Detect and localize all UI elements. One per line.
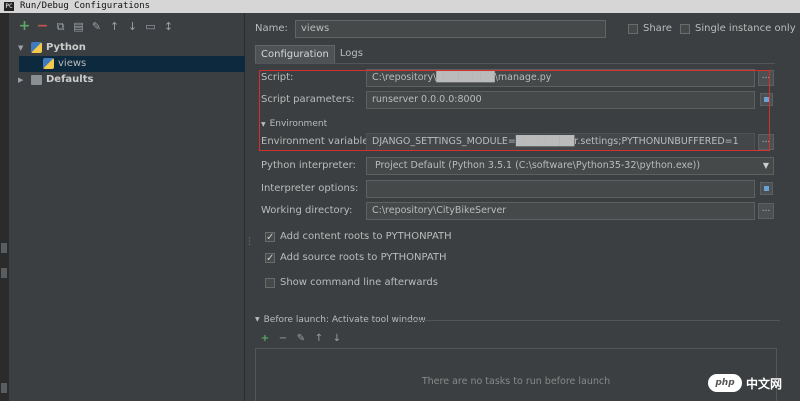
show-cmdline-box[interactable] xyxy=(265,278,275,288)
edge-marker xyxy=(1,243,7,253)
expand-arrow-icon[interactable]: ▼ xyxy=(18,40,23,56)
php-logo: php xyxy=(708,374,742,392)
collapse-arrow-icon[interactable]: ▶ xyxy=(18,72,23,88)
section-divider xyxy=(405,320,780,321)
interp-options-input[interactable] xyxy=(366,180,755,198)
window-titlebar: PC Run/Debug Configurations xyxy=(0,0,800,13)
edge-marker xyxy=(1,268,7,278)
folder-button[interactable]: ▭ xyxy=(144,20,157,33)
edge-marker xyxy=(1,383,7,393)
tab-configuration[interactable]: Configuration xyxy=(255,45,335,63)
tab-bar: Configuration Logs xyxy=(255,45,368,63)
workdir-label: Working directory: xyxy=(261,205,353,216)
php-cn-watermark: php 中文网 xyxy=(708,372,782,394)
expand-options-icon[interactable] xyxy=(760,182,773,195)
tree-item-label: Python xyxy=(46,42,86,53)
add-content-roots-label: Add content roots to PYTHONPATH xyxy=(280,231,452,242)
watermark-text: 中文网 xyxy=(746,376,783,391)
tree-item-views[interactable]: views xyxy=(19,56,245,72)
edit-defaults-button[interactable]: ✎ xyxy=(90,20,103,33)
single-instance-label: Single instance only xyxy=(695,23,796,34)
add-content-roots-box[interactable] xyxy=(265,230,275,246)
before-launch-toolbar: + − ✎ ↑ ↓ xyxy=(259,331,343,345)
interpreter-value: Project Default (Python 3.5.1 (C:\softwa… xyxy=(375,160,701,171)
add-source-roots-checkbox[interactable]: Add source roots to PYTHONPATH xyxy=(265,250,447,267)
move-up-button[interactable]: ↑ xyxy=(108,20,121,33)
tab-logs[interactable]: Logs xyxy=(335,45,368,63)
name-label: Name: xyxy=(255,23,288,34)
window-controls[interactable] xyxy=(766,0,796,13)
copy-configuration-button[interactable]: ⧉ xyxy=(54,20,67,33)
move-down-button[interactable]: ↓ xyxy=(126,20,139,33)
tree-item-label: views xyxy=(58,58,87,69)
move-task-up-button[interactable]: ↑ xyxy=(313,332,325,344)
tree-item-defaults[interactable]: ▶ Defaults xyxy=(9,72,245,88)
pycharm-icon: PC xyxy=(4,2,14,11)
configurations-tree: ▼ Python views ▶ Defaults xyxy=(9,40,245,88)
collapse-triangle-icon: ▼ xyxy=(255,316,260,323)
tree-item-label: Defaults xyxy=(46,74,94,85)
add-configuration-button[interactable]: + xyxy=(18,19,31,33)
before-launch-header[interactable]: ▼ Before launch: Activate tool window xyxy=(255,313,780,327)
window-title: Run/Debug Configurations xyxy=(20,1,151,11)
before-launch-label: Before launch: Activate tool window xyxy=(263,315,426,325)
python-icon xyxy=(31,42,42,53)
dropdown-caret-icon: ▼ xyxy=(762,161,769,170)
workdir-input[interactable]: C:\repository\CityBikeServer xyxy=(366,202,755,220)
single-instance-checkbox[interactable]: Single instance only xyxy=(680,21,796,37)
left-edge-strip xyxy=(0,13,9,401)
sort-button[interactable]: ↕ xyxy=(162,20,175,33)
tree-toolbar: + − ⧉ ▤ ✎ ↑ ↓ ▭ ↕ xyxy=(18,18,175,34)
interp-options-label: Interpreter options: xyxy=(261,183,359,194)
tab-divider xyxy=(255,63,775,64)
single-instance-checkbox-box[interactable] xyxy=(680,24,690,34)
edit-task-button[interactable]: ✎ xyxy=(295,332,307,344)
save-configuration-button[interactable]: ▤ xyxy=(72,20,85,33)
add-content-roots-checkbox[interactable]: Add content roots to PYTHONPATH xyxy=(265,229,452,246)
share-checkbox-box[interactable] xyxy=(628,24,638,34)
share-checkbox[interactable]: Share xyxy=(628,21,672,37)
remove-configuration-button[interactable]: − xyxy=(36,19,49,33)
add-source-roots-box[interactable] xyxy=(265,251,275,267)
remove-task-button[interactable]: − xyxy=(277,332,289,344)
add-task-button[interactable]: + xyxy=(259,332,271,344)
move-task-down-button[interactable]: ↓ xyxy=(331,332,343,344)
add-source-roots-label: Add source roots to PYTHONPATH xyxy=(280,252,447,263)
name-input[interactable]: views xyxy=(295,20,606,38)
tree-item-python[interactable]: ▼ Python xyxy=(9,40,245,56)
show-cmdline-checkbox[interactable]: Show command line afterwards xyxy=(265,275,438,291)
share-label: Share xyxy=(643,23,672,34)
configuration-panel: Name: views Share Single instance only C… xyxy=(250,13,800,401)
interpreter-label: Python interpreter: xyxy=(261,160,356,171)
workdir-browse-button[interactable]: ... xyxy=(758,203,774,219)
defaults-icon xyxy=(31,75,42,85)
show-cmdline-label: Show command line afterwards xyxy=(280,277,438,288)
before-launch-task-list[interactable]: There are no tasks to run before launch xyxy=(255,348,777,401)
python-icon xyxy=(43,58,54,69)
annotation-highlight-box xyxy=(259,70,770,151)
configurations-tree-panel: + − ⧉ ▤ ✎ ↑ ↓ ▭ ↕ ▼ Python views ▶ Defau… xyxy=(9,13,245,401)
interpreter-select[interactable]: Project Default (Python 3.5.1 (C:\softwa… xyxy=(366,157,774,175)
empty-tasks-text: There are no tasks to run before launch xyxy=(421,376,611,387)
